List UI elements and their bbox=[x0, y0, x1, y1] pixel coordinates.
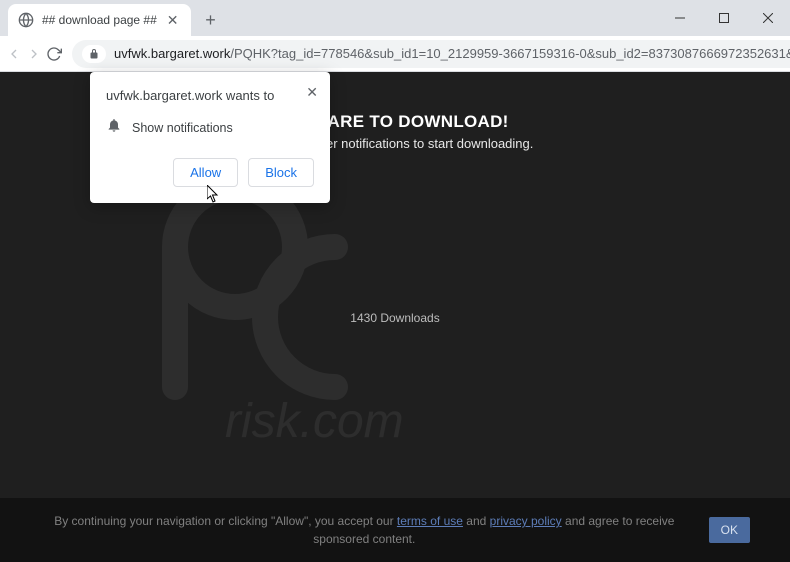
svg-text:risk.com: risk.com bbox=[225, 395, 404, 447]
titlebar: ## download page ## ✕ + bbox=[0, 0, 790, 36]
permission-popup: uvfwk.bargaret.work wants to ✕ Show noti… bbox=[90, 72, 330, 203]
close-window-button[interactable] bbox=[746, 0, 790, 36]
bell-icon bbox=[106, 117, 122, 138]
block-button[interactable]: Block bbox=[248, 158, 314, 187]
reload-button[interactable] bbox=[46, 40, 62, 68]
permission-option: Show notifications bbox=[106, 117, 314, 138]
allow-button[interactable]: Allow bbox=[173, 158, 238, 187]
permission-title: uvfwk.bargaret.work wants to bbox=[106, 88, 314, 103]
close-icon[interactable]: ✕ bbox=[165, 10, 181, 31]
consent-text: By continuing your navigation or clickin… bbox=[40, 512, 689, 548]
close-icon[interactable]: ✕ bbox=[306, 84, 318, 101]
browser-tab[interactable]: ## download page ## ✕ bbox=[8, 4, 191, 36]
url-text: uvfwk.bargaret.work/PQHK?tag_id=778546&s… bbox=[114, 46, 790, 61]
toolbar: uvfwk.bargaret.work/PQHK?tag_id=778546&s… bbox=[0, 36, 790, 72]
new-tab-button[interactable]: + bbox=[197, 6, 225, 34]
maximize-button[interactable] bbox=[702, 0, 746, 36]
forward-button[interactable] bbox=[26, 40, 42, 68]
terms-link[interactable]: terms of use bbox=[397, 514, 463, 528]
minimize-button[interactable] bbox=[658, 0, 702, 36]
lock-icon[interactable] bbox=[82, 45, 106, 63]
address-bar[interactable]: uvfwk.bargaret.work/PQHK?tag_id=778546&s… bbox=[72, 40, 790, 68]
consent-ok-button[interactable]: OK bbox=[709, 517, 750, 543]
back-button[interactable] bbox=[6, 40, 22, 68]
globe-icon bbox=[18, 12, 34, 28]
permission-option-label: Show notifications bbox=[132, 121, 233, 135]
tab-title: ## download page ## bbox=[42, 13, 157, 27]
privacy-link[interactable]: privacy policy bbox=[490, 514, 562, 528]
downloads-count: 1430 Downloads bbox=[0, 311, 790, 325]
window-controls bbox=[658, 0, 790, 36]
consent-bar: By continuing your navigation or clickin… bbox=[0, 498, 790, 562]
